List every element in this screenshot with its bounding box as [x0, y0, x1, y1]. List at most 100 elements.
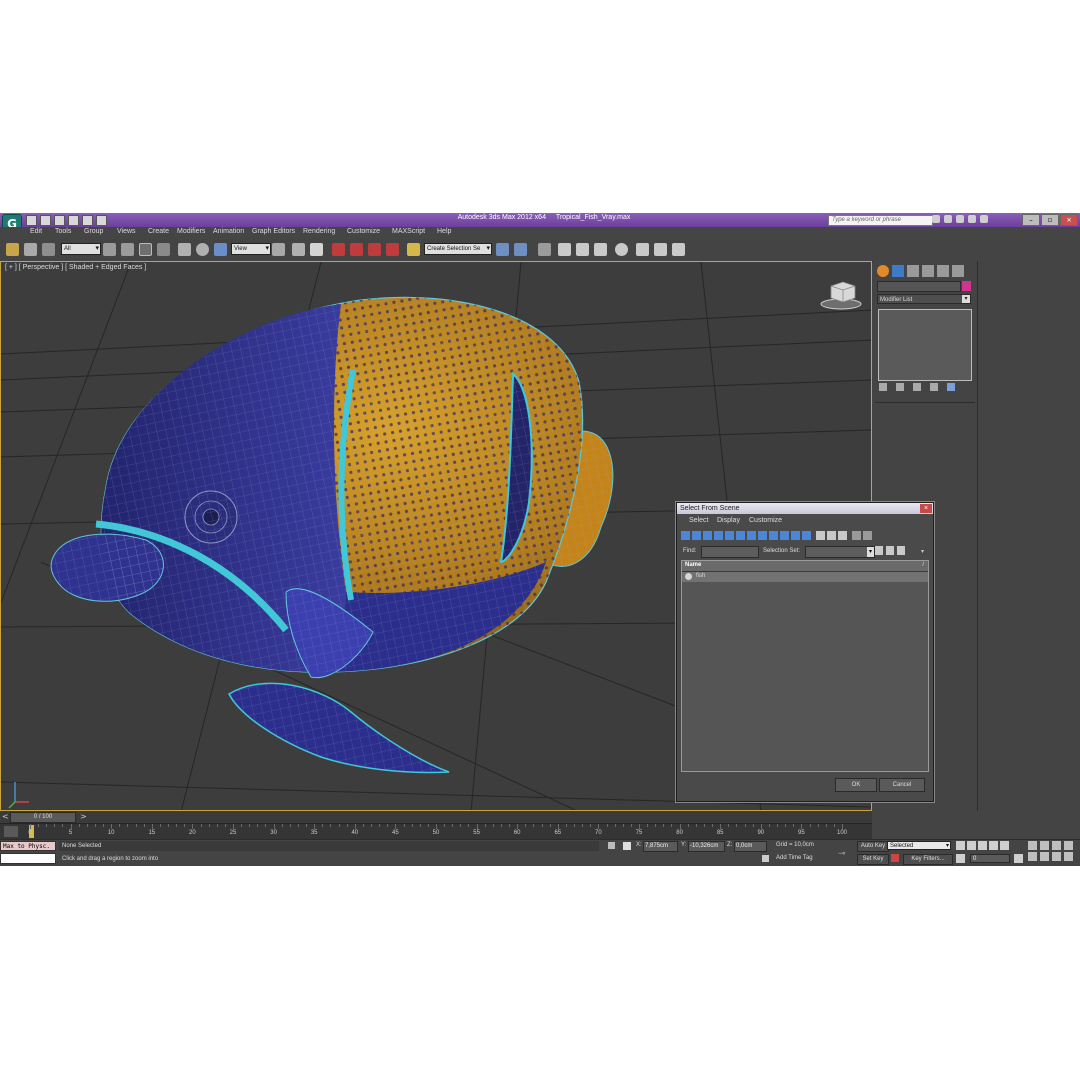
- display-lights-icon[interactable]: [703, 531, 712, 540]
- menu-maxscript[interactable]: MAXScript: [392, 228, 425, 235]
- display-space-warps-icon[interactable]: [736, 531, 745, 540]
- select-and-link-icon[interactable]: [6, 243, 19, 256]
- time-slider[interactable]: < 0 / 100 >: [0, 811, 872, 823]
- zoom-icon[interactable]: [1028, 841, 1037, 850]
- time-prev-arrow-icon[interactable]: <: [2, 812, 9, 821]
- dialog-close-button[interactable]: ×: [920, 504, 932, 513]
- named-selection-set-dropdown[interactable]: Create Selection Se: [424, 243, 492, 255]
- ok-button[interactable]: OK: [835, 778, 877, 792]
- maximize-button[interactable]: ▫: [1041, 214, 1059, 226]
- schematic-view-icon[interactable]: [594, 243, 607, 256]
- track-bar[interactable]: 0 5 10 15 20 25 30 35 40 45 50 55 60 65 70 75 80 85 90 95 10…: [0, 823, 872, 840]
- scene-object-list[interactable]: Name / fish: [681, 560, 929, 772]
- material-editor-icon[interactable]: [615, 243, 628, 256]
- pivot-center-icon[interactable]: [272, 243, 285, 256]
- key-mode-toggle-icon[interactable]: [956, 854, 965, 863]
- auto-key-button[interactable]: Auto Key: [857, 841, 889, 852]
- align-icon[interactable]: [514, 243, 527, 256]
- selection-set-dropdown[interactable]: ▾: [805, 546, 875, 558]
- help-icon[interactable]: [980, 215, 988, 223]
- edit-named-selection-icon[interactable]: [407, 243, 420, 256]
- minimize-button[interactable]: –: [1022, 214, 1040, 226]
- field-of-view-icon[interactable]: [1028, 852, 1037, 861]
- bind-to-space-warp-icon[interactable]: [42, 243, 55, 256]
- spinner-snap-icon[interactable]: [386, 243, 399, 256]
- pan-view-icon[interactable]: [1040, 852, 1049, 861]
- layer-manager-icon[interactable]: [538, 243, 551, 256]
- unlink-selection-icon[interactable]: [24, 243, 37, 256]
- scale-icon[interactable]: [214, 243, 227, 256]
- add-to-selection-set-icon[interactable]: [886, 546, 894, 555]
- filter-icon[interactable]: [852, 531, 861, 540]
- display-shapes-icon[interactable]: [692, 531, 701, 540]
- menu-help[interactable]: Help: [437, 228, 451, 235]
- time-next-arrow-icon[interactable]: >: [80, 812, 87, 821]
- dialog-menu-select[interactable]: Select: [689, 517, 708, 524]
- default-in-out-tangents-icon[interactable]: ⊸: [838, 848, 846, 859]
- select-manipulate-icon[interactable]: [292, 243, 305, 256]
- menu-create[interactable]: Create: [148, 228, 169, 235]
- previous-frame-icon[interactable]: [967, 841, 976, 850]
- list-header[interactable]: Name /: [682, 561, 928, 572]
- set-key-button[interactable]: Set Key: [857, 854, 889, 865]
- menu-graph-editors[interactable]: Graph Editors: [252, 228, 295, 235]
- rendered-frame-window-icon[interactable]: [654, 243, 667, 256]
- menu-tools[interactable]: Tools: [55, 228, 71, 235]
- remove-from-selection-set-icon[interactable]: [897, 546, 905, 555]
- modifier-stack[interactable]: [878, 309, 972, 381]
- filter-settings-icon[interactable]: [863, 531, 872, 540]
- next-frame-icon[interactable]: [989, 841, 998, 850]
- keyword-search-input[interactable]: Type a keyword or phrase: [828, 215, 933, 226]
- orbit-icon[interactable]: [1052, 852, 1061, 861]
- zoom-all-icon[interactable]: [1040, 841, 1049, 850]
- keyboard-shortcut-override-icon[interactable]: [310, 243, 323, 256]
- menu-customize[interactable]: Customize: [347, 228, 380, 235]
- create-tab-icon[interactable]: [877, 265, 889, 277]
- current-frame-field[interactable]: 0: [970, 854, 1010, 863]
- select-none-icon[interactable]: [827, 531, 836, 540]
- maximize-viewport-icon[interactable]: [1064, 852, 1073, 861]
- remove-modifier-icon[interactable]: [930, 383, 938, 391]
- find-input[interactable]: [701, 546, 759, 558]
- menu-views[interactable]: Views: [117, 228, 136, 235]
- time-slider-handle[interactable]: 0 / 100: [10, 812, 76, 823]
- x-coord-field[interactable]: 7,875cm: [643, 841, 678, 852]
- subscription-icon[interactable]: [944, 215, 952, 223]
- modify-tab-icon[interactable]: [892, 265, 904, 277]
- object-name-field[interactable]: [877, 281, 961, 292]
- absolute-mode-icon[interactable]: [623, 842, 631, 850]
- display-tab-icon[interactable]: [937, 265, 949, 277]
- search-icon[interactable]: [932, 215, 940, 223]
- maxscript-mini-listener-input[interactable]: [0, 853, 56, 864]
- select-by-name-icon[interactable]: [121, 243, 134, 256]
- display-bones-icon[interactable]: [769, 531, 778, 540]
- show-end-result-icon[interactable]: [896, 383, 904, 391]
- zoom-extents-all-icon[interactable]: [1064, 841, 1073, 850]
- mini-curve-editor-icon[interactable]: [4, 826, 18, 837]
- display-xrefs-icon[interactable]: [758, 531, 767, 540]
- select-invert-icon[interactable]: [838, 531, 847, 540]
- key-icon[interactable]: [891, 854, 899, 862]
- viewport-label[interactable]: [ + ] [ Perspective ] [ Shaded + Edged F…: [5, 264, 146, 271]
- menu-modifiers[interactable]: Modifiers: [177, 228, 205, 235]
- display-cameras-icon[interactable]: [714, 531, 723, 540]
- play-icon[interactable]: [978, 841, 987, 850]
- rectangular-selection-icon[interactable]: [139, 243, 152, 256]
- angle-snap-icon[interactable]: [350, 243, 363, 256]
- lock-selection-icon[interactable]: [608, 842, 615, 849]
- go-to-end-icon[interactable]: [1000, 841, 1009, 850]
- y-coord-field[interactable]: -10,326cm: [688, 841, 725, 852]
- menu-group[interactable]: Group: [84, 228, 103, 235]
- menu-animation[interactable]: Animation: [213, 228, 244, 235]
- favorites-star-icon[interactable]: [968, 215, 976, 223]
- z-coord-field[interactable]: 0,0cm: [734, 841, 767, 852]
- fish-model[interactable]: [50, 296, 614, 774]
- utilities-tab-icon[interactable]: [952, 265, 964, 277]
- add-time-tag-button[interactable]: Add Time Tag: [774, 854, 836, 863]
- menu-rendering[interactable]: Rendering: [303, 228, 335, 235]
- maxscript-listener[interactable]: Max to Physc.: [0, 841, 56, 851]
- display-geometry-icon[interactable]: [681, 531, 690, 540]
- select-object-icon[interactable]: [103, 243, 116, 256]
- reference-coordinate-dropdown[interactable]: View: [231, 243, 271, 255]
- configure-modifier-sets-icon[interactable]: [947, 383, 955, 391]
